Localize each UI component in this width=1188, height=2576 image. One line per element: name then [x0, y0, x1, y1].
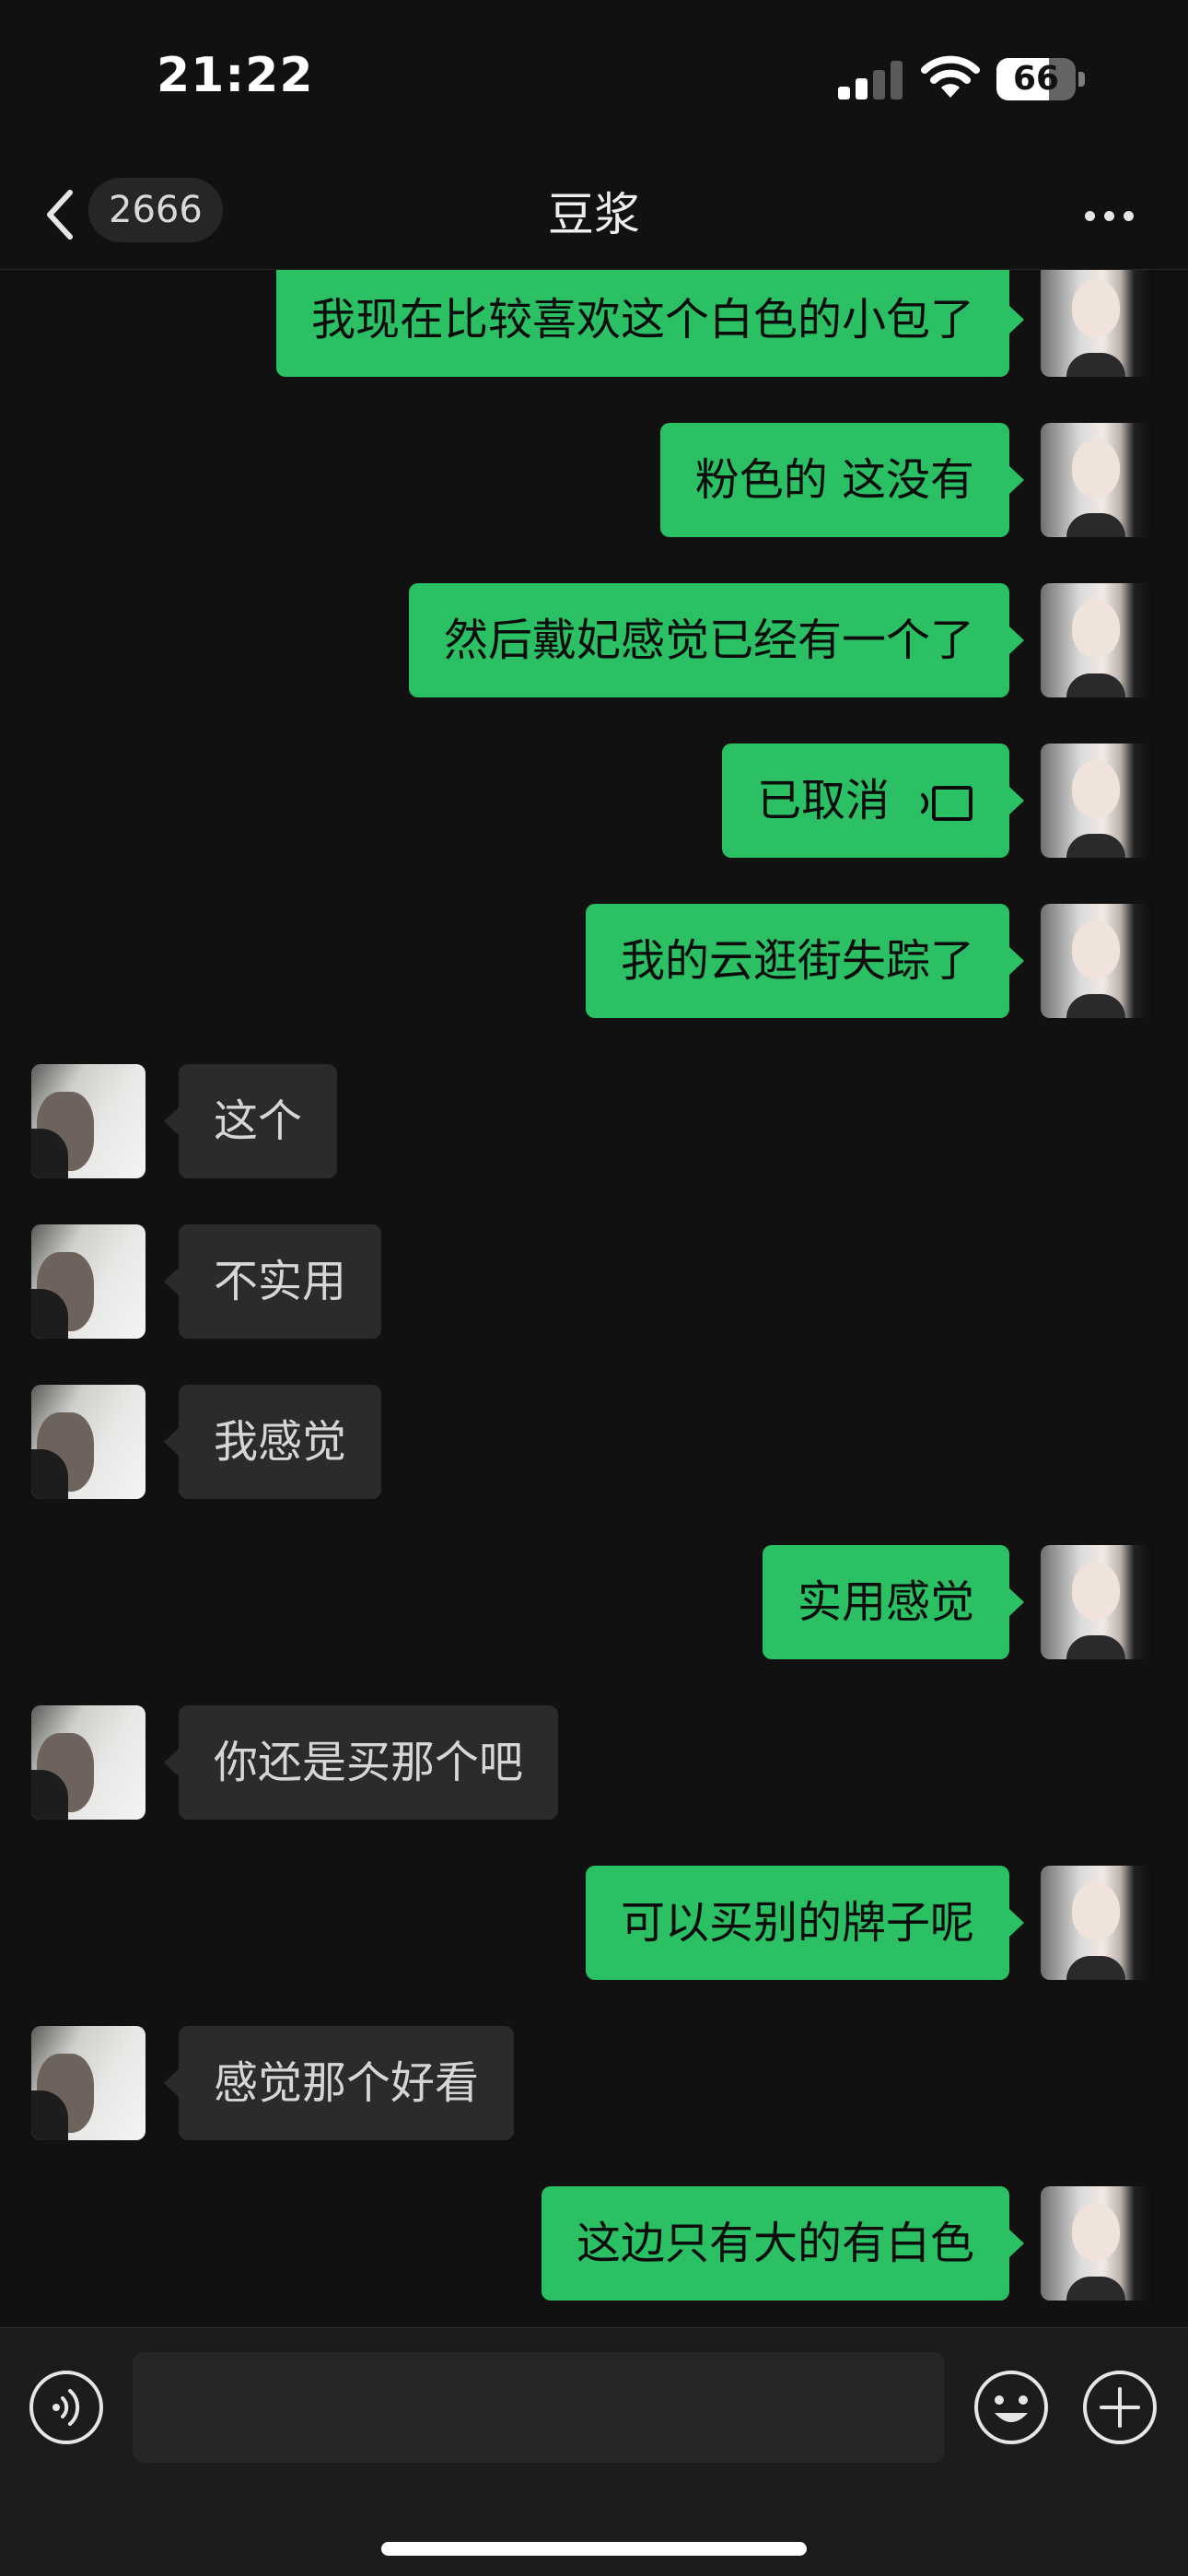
incoming-message: 不实用	[0, 1224, 1188, 1339]
message-bubble[interactable]: 感觉那个好看	[163, 2026, 515, 2140]
input-bar	[0, 2327, 1188, 2576]
outgoing-message: 我的云逛街失踪了	[0, 904, 1188, 1018]
chevron-left-icon[interactable]	[37, 180, 88, 250]
incoming-message: 这个	[0, 1064, 1188, 1178]
chat-title: 豆浆	[548, 188, 640, 241]
outgoing-message: 我现在比较喜欢这个白色的小包了	[0, 270, 1188, 377]
my-avatar[interactable]	[1041, 270, 1155, 377]
status-bar: 21:22 66	[0, 0, 1188, 161]
message-bubble[interactable]: 这边只有大的有白色	[541, 2186, 1025, 2301]
message-bubble[interactable]: 粉色的 这没有	[659, 423, 1025, 537]
message-bubble[interactable]: 我现在比较喜欢这个白色的小包了	[275, 270, 1025, 377]
battery-level: 66	[1012, 60, 1060, 98]
outgoing-message: 这边只有大的有白色	[0, 2186, 1188, 2301]
plus-icon[interactable]	[1081, 2369, 1159, 2446]
unread-count-badge[interactable]: 2666	[88, 178, 223, 242]
message-text: 感觉那个好看	[214, 2057, 480, 2109]
wifi-icon	[921, 55, 980, 98]
friend-avatar[interactable]	[31, 1385, 146, 1499]
message-list[interactable]: 我现在比较喜欢这个白色的小包了粉色的 这没有然后戴妃感觉已经有一个了已取消我的云…	[0, 270, 1188, 2326]
more-dots-icon[interactable]	[1077, 189, 1142, 244]
voice-input-icon[interactable]	[28, 2369, 105, 2446]
message-bubble[interactable]: 你还是买那个吧	[163, 1705, 559, 1820]
my-avatar[interactable]	[1041, 583, 1155, 697]
message-text: 实用感觉	[797, 1576, 974, 1628]
my-avatar[interactable]	[1041, 1545, 1155, 1659]
voice-call-icon	[921, 786, 973, 821]
message-text: 你还是买那个吧	[214, 1737, 524, 1788]
message-bubble[interactable]: 然后戴妃感觉已经有一个了	[408, 583, 1025, 697]
message-text: 我的云逛街失踪了	[620, 935, 974, 987]
message-bubble[interactable]: 已取消	[721, 744, 1025, 858]
message-bubble[interactable]: 不实用	[163, 1224, 382, 1339]
message-bubble[interactable]: 实用感觉	[762, 1545, 1025, 1659]
friend-avatar[interactable]	[31, 1705, 146, 1820]
message-bubble[interactable]: 我感觉	[163, 1385, 382, 1499]
cellular-signal-icon	[838, 61, 903, 100]
incoming-message: 我感觉	[0, 1385, 1188, 1499]
my-avatar[interactable]	[1041, 423, 1155, 537]
message-text: 不实用	[214, 1256, 347, 1307]
message-text: 我感觉	[214, 1416, 347, 1468]
message-bubble[interactable]: 这个	[163, 1064, 338, 1178]
chat-header: 2666 豆浆	[0, 161, 1188, 270]
message-text: 已取消	[756, 775, 890, 826]
battery-icon: 66	[996, 58, 1085, 100]
message-text: 这个	[214, 1095, 303, 1147]
outgoing-message: 可以买别的牌子呢	[0, 1866, 1188, 1980]
outgoing-message: 粉色的 这没有	[0, 423, 1188, 537]
message-text: 粉色的 这没有	[694, 454, 974, 506]
my-avatar[interactable]	[1041, 744, 1155, 858]
incoming-message: 感觉那个好看	[0, 2026, 1188, 2140]
emoji-icon[interactable]	[973, 2369, 1050, 2446]
my-avatar[interactable]	[1041, 904, 1155, 1018]
message-text: 然后戴妃感觉已经有一个了	[443, 615, 974, 666]
outgoing-message: 然后戴妃感觉已经有一个了	[0, 583, 1188, 697]
home-indicator	[381, 2542, 807, 2556]
friend-avatar[interactable]	[31, 1224, 146, 1339]
my-avatar[interactable]	[1041, 1866, 1155, 1980]
my-avatar[interactable]	[1041, 2186, 1155, 2301]
friend-avatar[interactable]	[31, 2026, 146, 2140]
message-input[interactable]	[133, 2352, 945, 2463]
incoming-message: 你还是买那个吧	[0, 1705, 1188, 1820]
outgoing-message: 已取消	[0, 744, 1188, 858]
message-bubble[interactable]: 可以买别的牌子呢	[585, 1866, 1025, 1980]
status-time: 21:22	[157, 48, 314, 103]
friend-avatar[interactable]	[31, 1064, 146, 1178]
message-text: 这边只有大的有白色	[576, 2218, 974, 2269]
message-text: 可以买别的牌子呢	[620, 1897, 974, 1949]
message-text: 我现在比较喜欢这个白色的小包了	[310, 294, 974, 345]
message-bubble[interactable]: 我的云逛街失踪了	[585, 904, 1025, 1018]
outgoing-message: 实用感觉	[0, 1545, 1188, 1659]
